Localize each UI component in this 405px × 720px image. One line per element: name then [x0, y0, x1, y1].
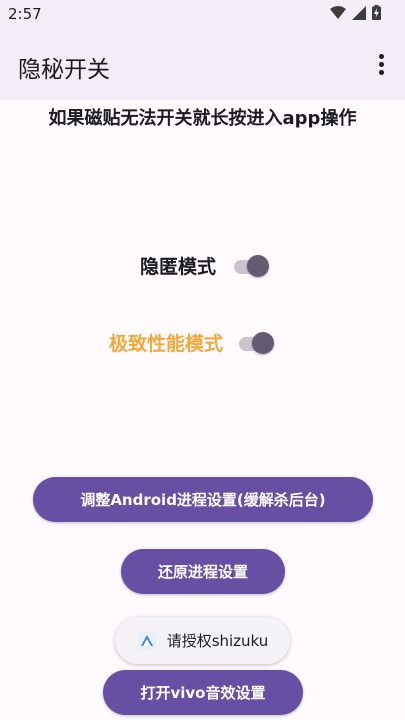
wifi-icon — [330, 5, 346, 19]
stealth-mode-label: 隐匿模式 — [140, 256, 217, 278]
app-bar: 隐秘开关 — [0, 28, 405, 100]
switch-thumb — [252, 331, 275, 354]
hint-text: 如果磁贴无法开关就长按进入app操作 — [48, 108, 357, 129]
adjust-process-button[interactable]: 调整Android进程设置(缓解杀后台) — [33, 477, 373, 522]
status-icons — [330, 5, 381, 20]
status-bar: 2:57 — [0, 0, 405, 28]
restore-process-button[interactable]: 还原进程设置 — [121, 549, 285, 594]
open-vivo-audio-button[interactable]: 打开vivo音效设置 — [103, 670, 303, 715]
authorize-shizuku-label: 请授权shizuku — [166, 632, 269, 650]
signal-icon — [352, 5, 366, 20]
battery-icon — [372, 5, 381, 20]
shizuku-icon — [137, 631, 156, 650]
stealth-mode-row: 隐匿模式 — [140, 252, 270, 279]
performance-mode-row: 极致性能模式 — [109, 329, 275, 356]
performance-mode-label: 极致性能模式 — [109, 333, 224, 355]
performance-mode-switch[interactable] — [237, 331, 275, 354]
switch-thumb — [247, 254, 270, 277]
status-time: 2:57 — [8, 5, 42, 23]
stealth-mode-switch[interactable] — [232, 254, 270, 277]
more-vert-icon[interactable] — [369, 50, 393, 78]
authorize-shizuku-button[interactable]: 请授权shizuku — [115, 617, 290, 664]
app-title: 隐秘开关 — [18, 57, 110, 83]
